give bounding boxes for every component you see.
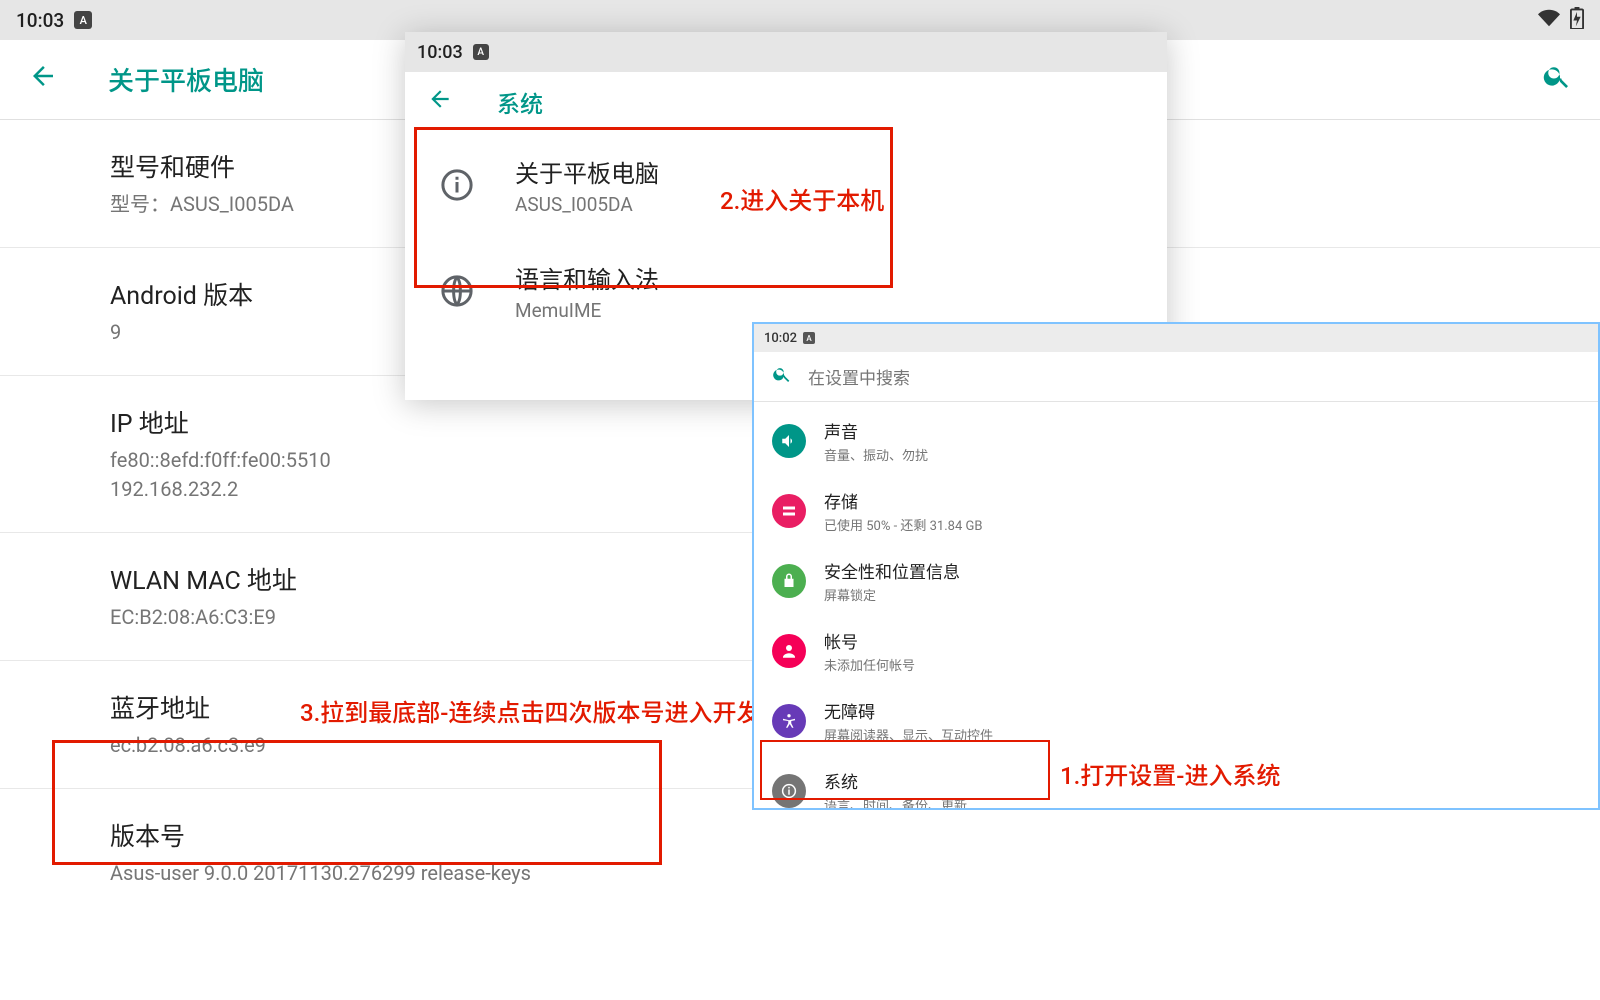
item-title: 版本号 [110, 817, 1600, 853]
back-arrow-icon[interactable] [28, 61, 58, 99]
item-subtitle: MemuIME [515, 299, 659, 322]
settings-item-accounts[interactable]: 帐号 未添加任何帐号 [754, 616, 1598, 686]
ime-badge-icon: A [803, 332, 815, 344]
item-title: 语言和输入法 [515, 260, 659, 295]
item-title: 帐号 [824, 628, 915, 653]
item-subtitle: 未添加任何帐号 [824, 655, 915, 674]
globe-icon [435, 269, 479, 313]
status-bar-right: 10:02 A [754, 324, 1598, 352]
status-time: 10:02 [764, 331, 797, 346]
item-subtitle: 屏幕阅读器、显示、互动控件 [824, 725, 993, 744]
accessibility-icon [772, 704, 806, 738]
settings-list: 声音 音量、振动、勿扰 存储 已使用 50% - 还剩 31.84 GB 安全性… [754, 402, 1598, 810]
item-subtitle: 音量、振动、勿扰 [824, 445, 928, 464]
annotation-text-step3: 3.拉到最底部-连续点击四次版本号进入开发模式 [300, 693, 808, 728]
item-subtitle: ASUS_I005DA [515, 193, 659, 216]
search-icon[interactable] [1542, 61, 1572, 99]
item-subtitle: Asus-user 9.0.0 20171130.276299 release-… [110, 859, 1600, 888]
item-subtitle: 已使用 50% - 还剩 31.84 GB [824, 515, 982, 534]
storage-icon [772, 494, 806, 528]
item-subtitle: 屏幕锁定 [824, 585, 960, 604]
info-icon [772, 774, 806, 808]
page-title: 关于平板电脑 [108, 61, 264, 98]
page-title: 系统 [497, 85, 543, 119]
info-icon [435, 163, 479, 207]
status-time: 10:03 [417, 42, 463, 63]
item-title: 安全性和位置信息 [824, 558, 960, 583]
battery-icon [1570, 7, 1584, 34]
item-title: 声音 [824, 418, 928, 443]
overlay-settings-page: 10:02 A 在设置中搜索 声音 音量、振动、勿扰 存储 已使用 50% - … [752, 322, 1600, 810]
item-title: 关于平板电脑 [515, 154, 659, 189]
status-bar-mid: 10:03 A [405, 32, 1167, 72]
status-time: 10:03 [16, 9, 64, 32]
item-subtitle: 语言、时间、备份、更新 [824, 795, 967, 810]
ime-badge-icon: A [473, 44, 489, 60]
item-title: 系统 [824, 768, 967, 793]
settings-item-sound[interactable]: 声音 音量、振动、勿扰 [754, 406, 1598, 476]
settings-item-accessibility[interactable]: 无障碍 屏幕阅读器、显示、互动控件 [754, 686, 1598, 756]
app-bar-mid: 系统 [405, 72, 1167, 132]
lock-icon [772, 564, 806, 598]
sound-icon [772, 424, 806, 458]
item-title: 无障碍 [824, 698, 993, 723]
settings-search[interactable]: 在设置中搜索 [754, 352, 1598, 402]
annotation-text-step2: 2.进入关于本机 [720, 181, 884, 216]
item-title: 存储 [824, 488, 982, 513]
annotation-text-step1: 1.打开设置-进入系统 [1060, 756, 1280, 791]
settings-item-security[interactable]: 安全性和位置信息 屏幕锁定 [754, 546, 1598, 616]
search-icon [772, 364, 792, 389]
account-icon [772, 634, 806, 668]
search-placeholder: 在设置中搜索 [808, 364, 910, 389]
back-arrow-icon[interactable] [427, 86, 453, 119]
wifi-icon [1538, 7, 1560, 34]
ime-badge-icon: A [74, 11, 92, 29]
settings-item-storage[interactable]: 存储 已使用 50% - 还剩 31.84 GB [754, 476, 1598, 546]
